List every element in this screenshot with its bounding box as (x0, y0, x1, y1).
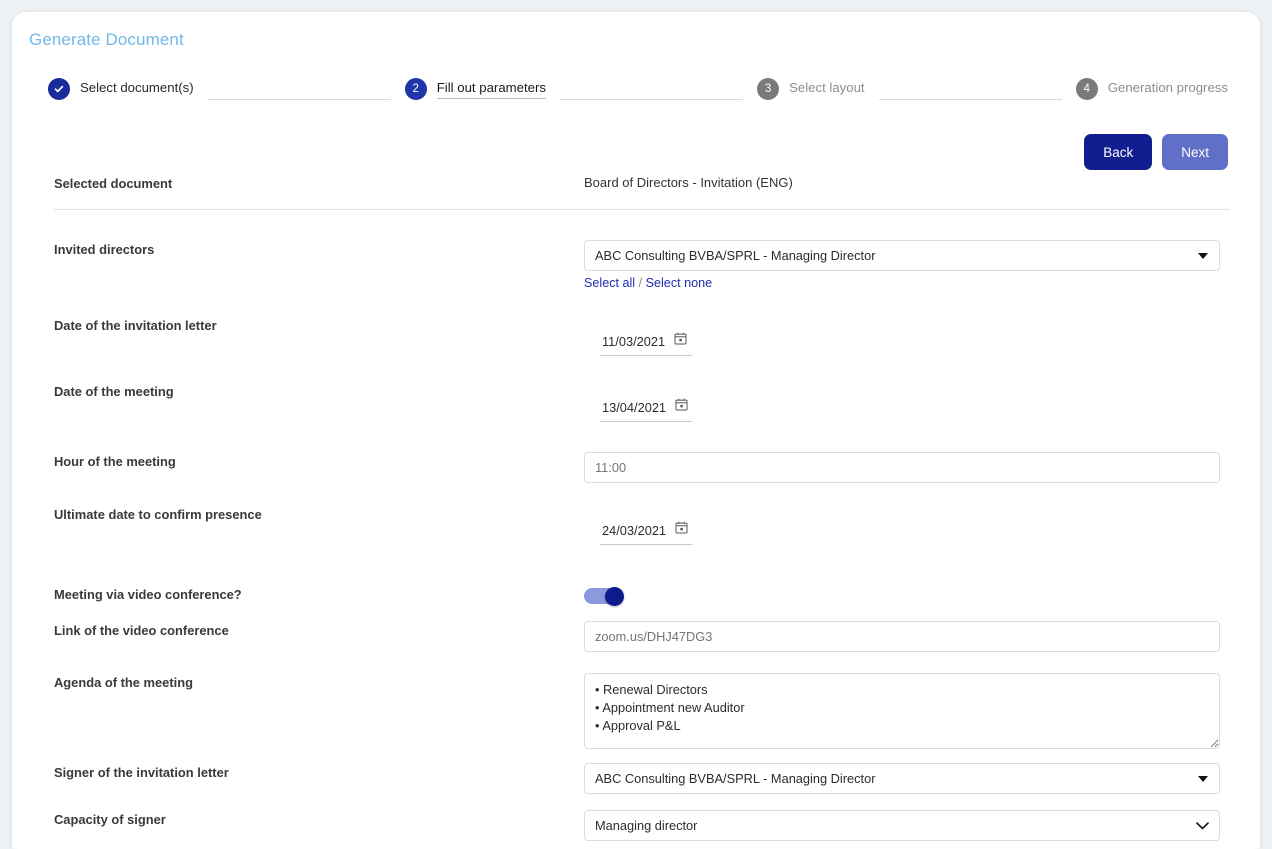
ultimate-date-field[interactable]: 24/03/2021 (600, 521, 692, 545)
video-link-input[interactable] (584, 621, 1220, 652)
step-1-bubble-check-icon (48, 78, 70, 100)
capacity-select[interactable]: Managing director (584, 810, 1220, 841)
parameters-form: Selected document Board of Directors - I… (54, 174, 1230, 849)
label-date-meeting: Date of the meeting (54, 384, 174, 399)
next-button[interactable]: Next (1162, 134, 1228, 170)
label-invited-directors: Invited directors (54, 242, 155, 257)
chevron-down-icon (1198, 775, 1208, 782)
calendar-icon[interactable] (674, 332, 687, 350)
row-date-invitation-letter: Date of the invitation letter 11/03/2021 (54, 316, 1230, 356)
step-3-label: Select layout (789, 80, 865, 95)
toggle-knob (605, 587, 624, 606)
back-button[interactable]: Back (1084, 134, 1153, 170)
label-video-link: Link of the video conference (54, 623, 229, 638)
step-select-layout[interactable]: 3 Select layout (757, 78, 865, 100)
step-4-bubble: 4 (1075, 78, 1098, 100)
step-2-bubble: 2 (404, 78, 427, 100)
links-separator: / (638, 276, 643, 290)
label-signer: Signer of the invitation letter (54, 765, 229, 780)
agenda-textarea[interactable] (584, 673, 1220, 749)
signer-select[interactable]: ABC Consulting BVBA/SPRL - Managing Dire… (584, 763, 1220, 794)
date-meeting-field[interactable]: 13/04/2021 (600, 398, 692, 422)
calendar-icon[interactable] (675, 398, 688, 416)
wizard-actions: Back Next (1084, 134, 1228, 170)
label-agenda: Agenda of the meeting (54, 675, 193, 690)
step-3-bubble: 3 (757, 78, 780, 100)
row-date-meeting: Date of the meeting 13/04/2021 (54, 382, 1230, 422)
capacity-value: Managing director (595, 818, 698, 833)
invited-directors-quick-links: Select all / Select none (584, 276, 1230, 290)
calendar-icon[interactable] (675, 521, 688, 539)
step-select-documents[interactable]: Select document(s) (48, 78, 194, 100)
row-hour-meeting: Hour of the meeting (54, 452, 1230, 483)
generate-document-card: Generate Document Select document(s) 2 F… (12, 12, 1260, 849)
app-viewport: Generate Document Select document(s) 2 F… (0, 0, 1272, 849)
invited-directors-multiselect[interactable]: ABC Consulting BVBA/SPRL - Managing Dire… (584, 240, 1220, 271)
row-selected-document: Selected document Board of Directors - I… (54, 174, 1230, 191)
date-meeting-value: 13/04/2021 (602, 399, 667, 415)
ultimate-date-value: 24/03/2021 (602, 522, 667, 538)
signer-value: ABC Consulting BVBA/SPRL - Managing Dire… (595, 771, 876, 786)
label-capacity: Capacity of signer (54, 812, 166, 827)
wizard-stepper: Select document(s) 2 Fill out parameters… (48, 78, 1228, 124)
page-title: Generate Document (29, 30, 184, 49)
row-video-conference: Meeting via video conference? (54, 585, 1230, 606)
video-conference-toggle[interactable] (584, 587, 628, 606)
row-invited-directors: Invited directors ABC Consulting BVBA/SP… (54, 240, 1230, 290)
step-2-label: Fill out parameters (436, 80, 546, 99)
label-ultimate-date: Ultimate date to confirm presence (54, 507, 262, 522)
chevron-down-icon (1198, 252, 1208, 259)
step-1-label: Select document(s) (80, 80, 194, 95)
chevron-down-icon (1196, 818, 1209, 833)
row-signer: Signer of the invitation letter ABC Cons… (54, 763, 1230, 794)
row-capacity: Capacity of signer Managing director (54, 810, 1230, 841)
section-divider (54, 209, 1230, 210)
label-date-invitation-letter: Date of the invitation letter (54, 318, 217, 333)
step-generation-progress[interactable]: 4 Generation progress (1075, 78, 1228, 100)
row-video-link: Link of the video conference (54, 621, 1230, 652)
step-connector-3 (878, 98, 1062, 100)
label-video-conference: Meeting via video conference? (54, 587, 242, 602)
invited-directors-value: ABC Consulting BVBA/SPRL - Managing Dire… (595, 248, 876, 263)
step-connector-2 (559, 98, 744, 100)
date-invitation-letter-value: 11/03/2021 (602, 333, 666, 349)
select-none-link[interactable]: Select none (646, 276, 713, 290)
step-4-label: Generation progress (1107, 80, 1228, 95)
label-selected-document: Selected document (54, 176, 173, 191)
step-fill-out-parameters[interactable]: 2 Fill out parameters (404, 78, 546, 100)
select-all-link[interactable]: Select all (584, 276, 635, 290)
value-selected-document: Board of Directors - Invitation (ENG) (584, 175, 793, 190)
hour-meeting-input[interactable] (584, 452, 1220, 483)
row-agenda: Agenda of the meeting (54, 673, 1230, 749)
row-ultimate-date: Ultimate date to confirm presence 24/03/… (54, 505, 1230, 545)
label-hour-meeting: Hour of the meeting (54, 454, 176, 469)
step-connector-1 (207, 98, 391, 100)
date-invitation-letter-field[interactable]: 11/03/2021 (600, 332, 692, 356)
